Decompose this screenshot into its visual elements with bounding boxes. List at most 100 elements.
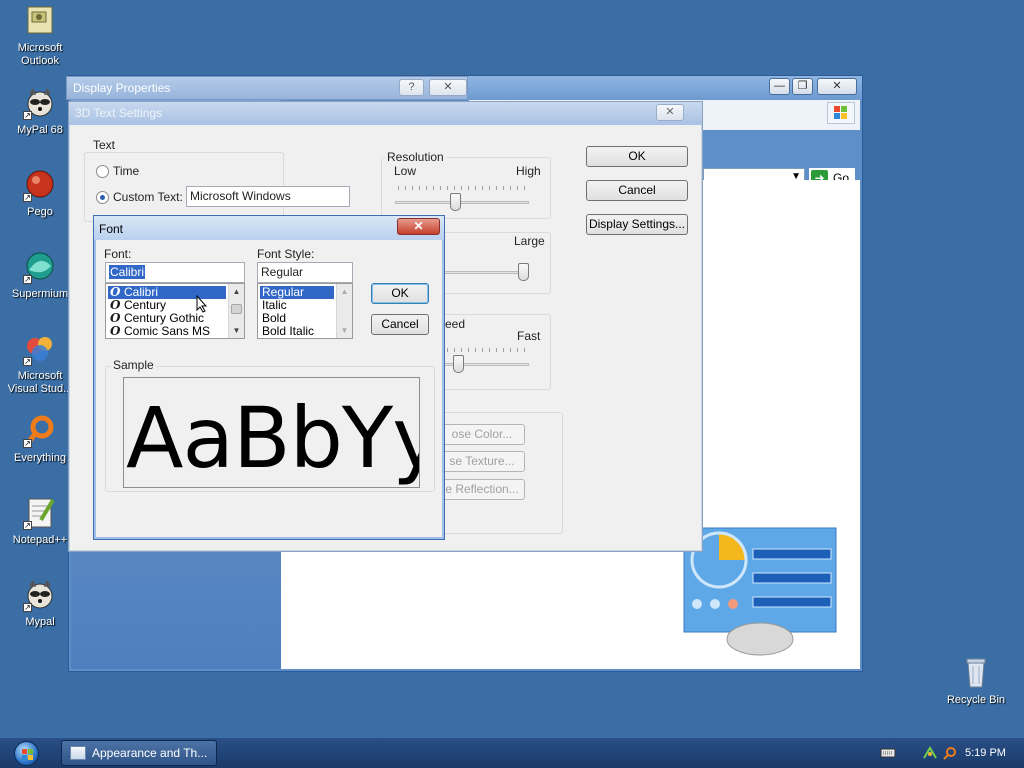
desktop-icon-label: Mypal <box>25 616 55 628</box>
font-ok-button[interactable]: OK <box>371 283 429 304</box>
font-dialog-title: Font <box>99 222 124 236</box>
help-button[interactable]: ? <box>399 79 424 96</box>
font-style-label: Font Style: <box>257 247 315 261</box>
font-name-value: Calibri <box>109 265 146 279</box>
display-properties-titlebar[interactable]: Display Properties ? ✕ <box>66 76 468 100</box>
windows-logo-icon <box>827 102 855 124</box>
display-properties-title: Display Properties <box>73 81 171 95</box>
resolution-group-title: Resolution <box>385 150 446 164</box>
desktop-icon-label: Pego <box>27 206 53 218</box>
desktop-icon-label: Notepad++ <box>12 534 68 546</box>
shortcut-arrow-icon: ↗ <box>23 357 32 366</box>
font-style-item[interactable]: Bold Italic <box>260 325 334 338</box>
desktop-icon-label: Everything <box>14 452 66 464</box>
taskbar: Appearance and Th... 5:19 PM <box>0 738 1024 768</box>
maximize-button[interactable]: ❐ <box>792 78 813 95</box>
network-icon[interactable] <box>922 746 938 760</box>
supermium-icon: ↗ <box>23 250 57 284</box>
sample-preview: AaBbYy <box>123 377 420 488</box>
sample-text: AaBbYy <box>126 389 420 487</box>
resolution-low-label: Low <box>394 164 417 178</box>
mypal-icon: ↗ <box>23 578 57 612</box>
shortcut-arrow-icon: ↗ <box>23 111 32 120</box>
sample-group-title: Sample <box>111 358 156 372</box>
font-close-button[interactable]: ✕ <box>397 218 440 235</box>
custom-text-input[interactable]: Microsoft Windows <box>186 186 350 207</box>
font-style-input[interactable]: Regular <box>257 262 353 283</box>
mypal-icon: ↗ <box>23 86 57 120</box>
font-label: Font: <box>104 247 132 261</box>
minimize-button[interactable]: — <box>769 78 790 95</box>
display-settings-button[interactable]: Display Settings... <box>586 214 688 235</box>
resolution-slider-track[interactable] <box>395 201 529 204</box>
font-cancel-button[interactable]: Cancel <box>371 314 429 335</box>
scroll-thumb[interactable] <box>231 304 242 314</box>
resolution-high-label: High <box>516 164 541 178</box>
text-group-title: Text <box>91 138 118 152</box>
radio-time-label[interactable]: Time <box>113 164 139 178</box>
font-list-scrollbar[interactable]: ▲ ▼ <box>228 284 244 338</box>
notepad-plus-plus-icon: ↗ <box>23 496 57 530</box>
radio-custom-text-label[interactable]: Custom Text: <box>113 190 183 204</box>
desktop-icon-label: Supermium <box>11 288 69 300</box>
settings-title: 3D Text Settings <box>75 106 163 120</box>
radio-time[interactable] <box>96 165 109 178</box>
resolution-slider-thumb[interactable] <box>450 193 461 211</box>
scroll-up-icon[interactable]: ▲ <box>229 285 244 298</box>
desktop-icon-label: Microsoft Visual Stud... <box>7 370 73 395</box>
opentype-font-icon: O <box>110 324 121 338</box>
pego-icon: ↗ <box>23 168 57 202</box>
size-large-label: Large <box>514 234 545 248</box>
scroll-down-icon[interactable]: ▼ <box>229 324 244 337</box>
choose-color-button[interactable]: ose Color... <box>439 424 525 445</box>
mouse-cursor-icon <box>196 294 208 313</box>
desktop-icon-pego[interactable]: ↗ Pego <box>2 168 78 219</box>
shortcut-arrow-icon: ↗ <box>23 193 32 202</box>
desktop-icon-visual-studio[interactable]: ↗ Microsoft Visual Stud... <box>2 332 78 396</box>
settings-close-button[interactable]: ✕ <box>656 104 684 121</box>
start-button[interactable] <box>4 739 48 767</box>
windows-orb-icon <box>14 741 39 766</box>
choose-texture-button[interactable]: se Texture... <box>439 451 525 472</box>
font-list-item[interactable]: O Comic Sans MS <box>108 325 226 338</box>
cancel-button[interactable]: Cancel <box>586 180 688 201</box>
desktop-icon-outlook[interactable]: Microsoft Outlook <box>2 4 78 68</box>
desktop-icon-label: Microsoft Outlook <box>17 42 63 67</box>
radio-custom-text[interactable] <box>96 191 109 204</box>
desktop-icon-mypal[interactable]: ↗ Mypal <box>2 578 78 629</box>
speed-fast-label: Fast <box>517 329 541 343</box>
desktop-icon-notepad-plus-plus[interactable]: ↗ Notepad++ <box>2 496 78 547</box>
taskbar-button-appearance[interactable]: Appearance and Th... <box>61 740 217 766</box>
scroll-up-icon[interactable]: ▲ <box>337 285 352 298</box>
choose-reflection-button[interactable]: e Reflection... <box>439 479 525 500</box>
desktop-icon-supermium[interactable]: ↗ Supermium <box>2 250 78 301</box>
speed-slider-thumb[interactable] <box>453 355 464 373</box>
control-panel-icon <box>70 746 86 760</box>
desktop-icon-label: Recycle Bin <box>946 694 1006 706</box>
shortcut-arrow-icon: ↗ <box>23 439 32 448</box>
taskbar-button-label: Appearance and Th... <box>92 746 208 760</box>
close-button[interactable]: ✕ <box>817 78 857 95</box>
visual-studio-icon: ↗ <box>23 332 57 366</box>
font-name-input[interactable]: Calibri <box>105 262 245 283</box>
ok-button[interactable]: OK <box>586 146 688 167</box>
font-style-list[interactable]: Regular Italic Bold Bold Italic ▲ ▼ <box>257 283 353 339</box>
search-icon[interactable] <box>942 746 958 760</box>
settings-titlebar[interactable]: 3D Text Settings ✕ <box>69 102 702 125</box>
size-slider-thumb[interactable] <box>518 263 529 281</box>
display-illustration-icon <box>683 527 838 656</box>
desktop-icon-everything[interactable]: ↗ Everything <box>2 414 78 465</box>
font-style-scrollbar[interactable]: ▲ ▼ <box>336 284 352 338</box>
font-dialog: Font ✕ Font: Calibri O Calibri O Century O… <box>93 215 445 540</box>
font-titlebar[interactable]: Font ✕ <box>94 216 444 240</box>
shortcut-arrow-icon: ↗ <box>23 275 32 284</box>
resolution-ticks <box>398 186 528 190</box>
keyboard-icon[interactable] <box>880 746 896 760</box>
font-list[interactable]: O Calibri O Century O Century Gothic O Comic… <box>105 283 245 339</box>
close-button[interactable]: ✕ <box>429 79 467 96</box>
desktop-icon-recycle-bin[interactable]: Recycle Bin <box>938 656 1014 707</box>
outlook-icon <box>23 4 57 38</box>
desktop-icon-label: MyPal 68 <box>17 124 63 136</box>
system-clock[interactable]: 5:19 PM <box>965 738 1006 768</box>
scroll-down-icon[interactable]: ▼ <box>337 324 352 337</box>
